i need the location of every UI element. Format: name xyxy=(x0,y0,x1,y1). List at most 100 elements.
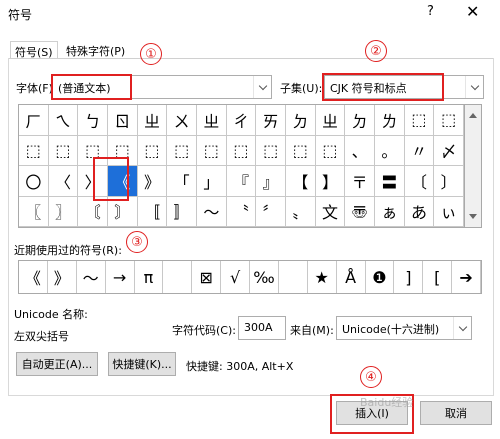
symbol-cell[interactable]: ⬚ xyxy=(196,135,227,166)
symbol-cell[interactable]: ⬚ xyxy=(19,135,49,166)
symbol-cell[interactable]: 〒 xyxy=(345,166,375,197)
symbol-cell[interactable]: 〜 xyxy=(196,196,227,227)
symbol-cell[interactable]: ⬚ xyxy=(256,135,286,166)
symbol-cell[interactable]: ⬚ xyxy=(137,135,168,166)
symbol-cell[interactable]: ㄉ xyxy=(345,105,375,136)
highlight-selected-char xyxy=(93,157,129,201)
symbol-cell[interactable]: 〟 xyxy=(285,196,316,227)
chevron-down-icon xyxy=(453,317,471,339)
step-marker-4: ④ xyxy=(360,366,382,388)
tab-special-characters[interactable]: 特殊字符(P) xyxy=(62,41,129,59)
autocorrect-button[interactable]: 自动更正(A)... xyxy=(16,352,98,376)
symbol-cell[interactable]: ぃ xyxy=(434,196,464,227)
highlight-subset xyxy=(322,73,444,101)
symbol-cell[interactable]: ⬚ xyxy=(315,135,346,166)
symbol-cell[interactable]: 」 xyxy=(196,166,227,197)
symbol-cell[interactable]: あ xyxy=(404,196,435,227)
recent-symbol-cell[interactable]: Å xyxy=(337,261,366,293)
symbol-cell[interactable]: 〙 xyxy=(107,196,138,227)
symbol-cell[interactable]: ⬚ xyxy=(404,105,435,136)
symbol-cell[interactable]: 「 xyxy=(167,166,197,197)
recent-symbol-cell[interactable]: → xyxy=(106,261,135,293)
symbol-cell[interactable]: ㄖ xyxy=(107,105,138,136)
from-select[interactable]: Unicode(十六进制) xyxy=(336,316,472,340)
scroll-up-icon[interactable] xyxy=(469,113,477,118)
symbol-cell[interactable]: ⬚ xyxy=(48,135,79,166)
recent-symbol-cell[interactable]: ★ xyxy=(308,261,337,293)
window-title: 符号 xyxy=(8,8,33,22)
symbol-cell[interactable]: 〓 xyxy=(374,166,405,197)
symbol-cell[interactable]: 〇 xyxy=(19,166,49,197)
symbol-cell[interactable]: ⬚ xyxy=(226,135,257,166)
symbol-cell[interactable]: 〆 xyxy=(434,135,464,166)
symbol-cell[interactable]: 。 xyxy=(374,135,405,166)
help-button[interactable]: ? xyxy=(427,4,434,19)
grid-scrollbar[interactable] xyxy=(465,104,482,228)
recent-symbol-cell[interactable]: π xyxy=(135,261,164,293)
recent-symbol-cell[interactable]: ❶ xyxy=(366,261,395,293)
cancel-button[interactable]: 取消 xyxy=(420,401,492,425)
symbol-cell[interactable]: ㄟ xyxy=(48,105,79,136)
symbol-cell[interactable]: ㄔ xyxy=(226,105,257,136)
recent-symbol-cell[interactable]: [ xyxy=(423,261,453,293)
symbol-cell[interactable]: 》 xyxy=(137,166,168,197)
recent-symbol-cell[interactable] xyxy=(163,261,193,293)
symbol-cell[interactable]: ㄨ xyxy=(167,105,197,136)
symbol-cell[interactable]: 〕 xyxy=(434,166,464,197)
recent-symbol-cell[interactable]: ➔ xyxy=(452,261,481,293)
charcode-label: 字符代码(C): xyxy=(172,324,236,337)
symbol-cell[interactable]: ㄞ xyxy=(256,105,286,136)
close-button[interactable]: ✕ xyxy=(466,2,479,21)
symbol-cell[interactable]: 〘 xyxy=(78,196,108,227)
symbol-cell[interactable]: 〗 xyxy=(48,196,79,227)
recent-symbol-cell[interactable]: ～ xyxy=(77,261,106,293)
symbol-cell[interactable]: ㄓ xyxy=(196,105,227,136)
recent-symbol-cell[interactable] xyxy=(279,261,308,293)
charcode-input[interactable]: 300A xyxy=(238,316,286,340)
symbol-cell[interactable]: ㄅ xyxy=(78,105,108,136)
symbol-cell[interactable]: 【 xyxy=(285,166,316,197)
step-marker-1: ① xyxy=(140,43,162,65)
symbol-cell[interactable]: ㄓ xyxy=(137,105,168,136)
symbol-cell[interactable]: ぁ xyxy=(374,196,405,227)
recent-symbol-cell[interactable]: √ xyxy=(221,261,250,293)
symbol-cell[interactable]: 』 xyxy=(256,166,286,197)
chevron-down-icon xyxy=(465,76,483,98)
recent-symbol-cell[interactable]: ‰ xyxy=(250,261,279,293)
symbol-cell[interactable]: 〖 xyxy=(19,196,49,227)
symbol-cell[interactable]: ⬚ xyxy=(167,135,197,166)
tab-symbols[interactable]: 符号(S) xyxy=(10,41,58,59)
symbol-cell[interactable]: 〔 xyxy=(404,166,435,197)
shortcut-key-button[interactable]: 快捷键(K)... xyxy=(108,352,176,376)
symbol-cell[interactable]: ㄓ xyxy=(315,105,346,136)
symbol-cell[interactable]: ㄉ xyxy=(285,105,316,136)
symbol-grid[interactable]: ㄏㄟㄅㄖㄓㄨㄓㄔㄞㄉㄓㄉㄌ ⬚ ⬚ ⬚ ⬚ ⬚ ⬚ ⬚ ⬚ ⬚ ⬚ ⬚ ⬚ ⬚、。〃〆〇〈〉《》「」『』【… xyxy=(18,104,465,228)
symbol-cell[interactable]: 〈 xyxy=(48,166,79,197)
recent-symbols[interactable]: 《》～ → π ⊠ √ ‰ ★ Å ❶][➔ xyxy=(18,260,482,294)
symbol-cell[interactable]: 〛 xyxy=(167,196,197,227)
recent-symbol-cell[interactable]: ⊠ xyxy=(192,261,222,293)
recent-symbol-cell[interactable]: 《 xyxy=(19,261,48,293)
symbol-cell[interactable]: ⬚ xyxy=(434,105,464,136)
symbol-cell[interactable]: 『 xyxy=(226,166,257,197)
symbol-cell[interactable]: ㄏ xyxy=(19,105,49,136)
symbol-cell[interactable]: 】 xyxy=(315,166,346,197)
recent-symbol-cell[interactable]: 》 xyxy=(48,261,77,293)
symbol-cell[interactable]: ㄌ xyxy=(374,105,405,136)
symbol-cell[interactable]: 〞 xyxy=(256,196,286,227)
unicode-name-value: 左双尖括号 xyxy=(14,330,69,343)
symbol-cell[interactable]: 文 xyxy=(315,196,346,227)
symbol-cell[interactable]: 〚 xyxy=(137,196,168,227)
charcode-value: 300A xyxy=(244,321,273,334)
symbol-cell[interactable]: 〝 xyxy=(226,196,257,227)
highlight-font xyxy=(51,74,132,100)
symbol-cell[interactable]: 〠 xyxy=(345,196,375,227)
recent-symbol-cell[interactable]: ] xyxy=(394,261,424,293)
symbol-cell[interactable]: 〃 xyxy=(404,135,435,166)
from-value: Unicode(十六进制) xyxy=(342,323,440,336)
symbol-cell[interactable]: 、 xyxy=(345,135,375,166)
shortcut-text: 快捷键: 300A, Alt+X xyxy=(186,360,294,373)
scroll-down-icon[interactable] xyxy=(469,214,477,219)
unicode-name-label: Unicode 名称: xyxy=(14,308,88,321)
symbol-cell[interactable]: ⬚ xyxy=(285,135,316,166)
